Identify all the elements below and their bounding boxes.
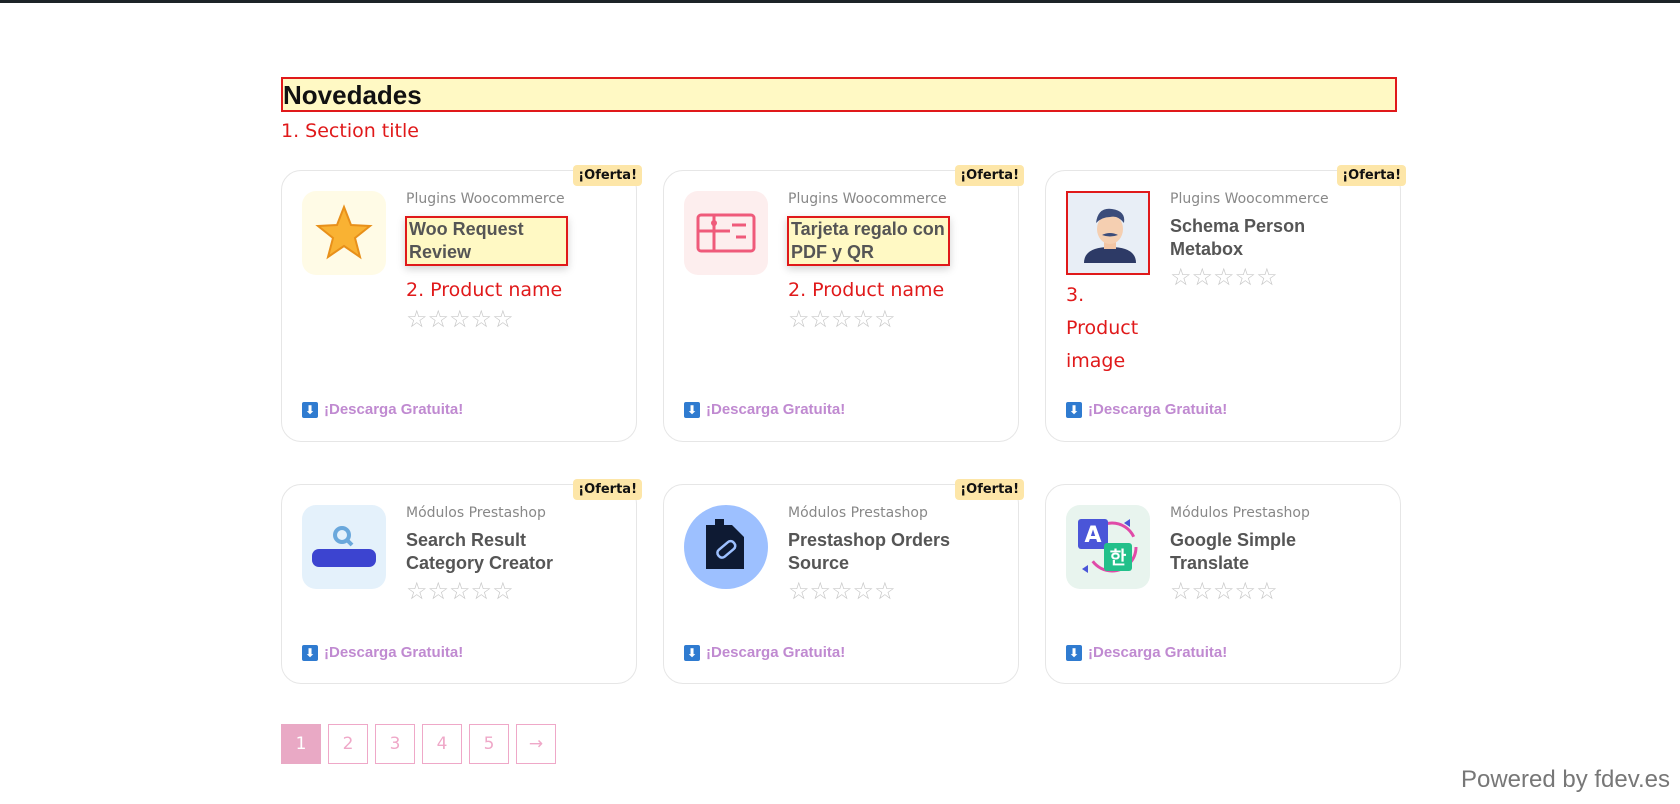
product-card[interactable]: ¡Oferta! Módulos Prestashop Prestashop O… — [663, 479, 1024, 684]
download-icon: ⬇ — [1066, 644, 1082, 661]
powered-by-text: Powered by fdev.es — [1460, 766, 1670, 793]
page-3-link[interactable]: 3 — [375, 724, 415, 764]
product-image[interactable] — [302, 191, 386, 275]
product-name[interactable]: Search Result Category Creator — [406, 529, 574, 575]
order-tag-icon — [706, 519, 744, 569]
translate-icon: A 한 — [1078, 519, 1138, 573]
gift-card-icon — [696, 213, 756, 253]
rating-stars: ☆☆☆☆☆ — [788, 306, 896, 333]
product-name[interactable]: Tarjeta regalo con PDF y QR — [787, 216, 950, 266]
annotation-product-image: 3. Product image — [1066, 284, 1139, 372]
free-download-link[interactable]: ⬇ ¡Descarga Gratuita! — [1066, 644, 1227, 661]
sale-badge: ¡Oferta! — [1337, 165, 1406, 186]
free-download-link[interactable]: ⬇ ¡Descarga Gratuita! — [302, 401, 463, 418]
product-image[interactable] — [684, 505, 768, 589]
sale-badge: ¡Oferta! — [955, 165, 1024, 186]
product-image[interactable] — [1066, 191, 1150, 275]
download-icon: ⬇ — [1066, 401, 1082, 418]
download-icon: ⬇ — [684, 644, 700, 661]
annotation-product-name: 2. Product name — [788, 279, 945, 301]
search-bar-icon — [312, 526, 376, 567]
page-1-link[interactable]: 1 — [281, 724, 321, 764]
page-5-link[interactable]: 5 — [469, 724, 509, 764]
product-category: Módulos Prestashop — [1170, 505, 1310, 521]
section-title: Novedades — [281, 77, 1397, 112]
product-category: Módulos Prestashop — [406, 505, 546, 521]
rating-stars: ☆☆☆☆☆ — [406, 578, 514, 605]
free-download-link[interactable]: ⬇ ¡Descarga Gratuita! — [302, 644, 463, 661]
sale-badge: ¡Oferta! — [573, 479, 642, 500]
product-card[interactable]: ¡Oferta! Módulos Prestashop Search Resul… — [281, 479, 642, 684]
product-category: Módulos Prestashop — [788, 505, 928, 521]
download-icon: ⬇ — [302, 401, 318, 418]
product-name[interactable]: Schema Person Metabox — [1170, 215, 1338, 261]
page-4-link[interactable]: 4 — [422, 724, 462, 764]
top-border — [0, 0, 1680, 3]
sale-badge: ¡Oferta! — [955, 479, 1024, 500]
product-card[interactable]: ¡Oferta! Plugins Woocommerce Schema Pers… — [1045, 165, 1406, 442]
product-image[interactable] — [684, 191, 768, 275]
free-download-link[interactable]: ⬇ ¡Descarga Gratuita! — [684, 644, 845, 661]
product-image[interactable]: A 한 — [1066, 505, 1150, 589]
download-icon: ⬇ — [302, 644, 318, 661]
product-category: Plugins Woocommerce — [1170, 191, 1329, 207]
annotation-section-title: 1. Section title — [281, 120, 419, 142]
product-card[interactable]: A 한 Módulos Prestashop Google Simple Tra… — [1045, 484, 1401, 684]
product-name[interactable]: Woo Request Review — [405, 216, 568, 266]
rating-stars: ☆☆☆☆☆ — [1170, 578, 1278, 605]
rating-stars: ☆☆☆☆☆ — [1170, 264, 1278, 291]
product-category: Plugins Woocommerce — [406, 191, 565, 207]
svg-text:A: A — [1084, 523, 1101, 548]
product-card[interactable]: ¡Oferta! Plugins Woocommerce Tarjeta reg… — [663, 165, 1024, 442]
pagination: 1 2 3 4 5 → — [281, 724, 556, 764]
download-icon: ⬇ — [684, 401, 700, 418]
product-name[interactable]: Prestashop Orders Source — [788, 529, 956, 575]
product-image[interactable] — [302, 505, 386, 589]
next-page-link[interactable]: → — [516, 724, 556, 764]
product-card[interactable]: ¡Oferta! Plugins Woocommerce Woo Request… — [281, 165, 642, 442]
star-icon — [315, 204, 373, 260]
product-category: Plugins Woocommerce — [788, 191, 947, 207]
sale-badge: ¡Oferta! — [573, 165, 642, 186]
free-download-link[interactable]: ⬇ ¡Descarga Gratuita! — [684, 401, 845, 418]
person-avatar-icon — [1084, 208, 1136, 263]
annotation-product-name: 2. Product name — [406, 279, 563, 301]
svg-text:한: 한 — [1110, 548, 1127, 569]
free-download-link[interactable]: ⬇ ¡Descarga Gratuita! — [1066, 401, 1227, 418]
rating-stars: ☆☆☆☆☆ — [406, 306, 514, 333]
product-name[interactable]: Google Simple Translate — [1170, 529, 1338, 575]
rating-stars: ☆☆☆☆☆ — [788, 578, 896, 605]
page-2-link[interactable]: 2 — [328, 724, 368, 764]
